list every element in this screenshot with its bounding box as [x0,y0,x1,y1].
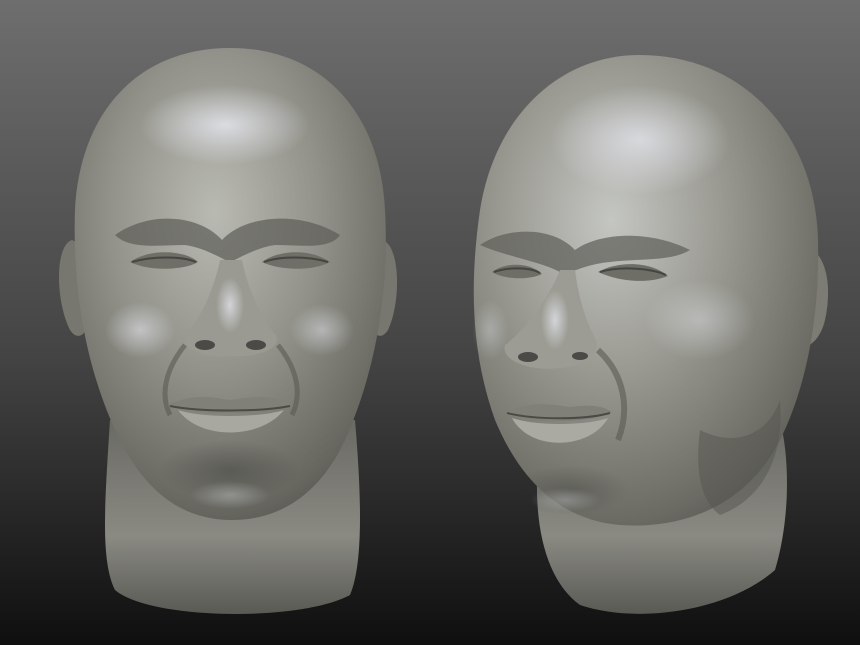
sculpt-viewport [0,0,860,645]
head-front-view [58,48,398,614]
sculpt-render [0,0,860,645]
